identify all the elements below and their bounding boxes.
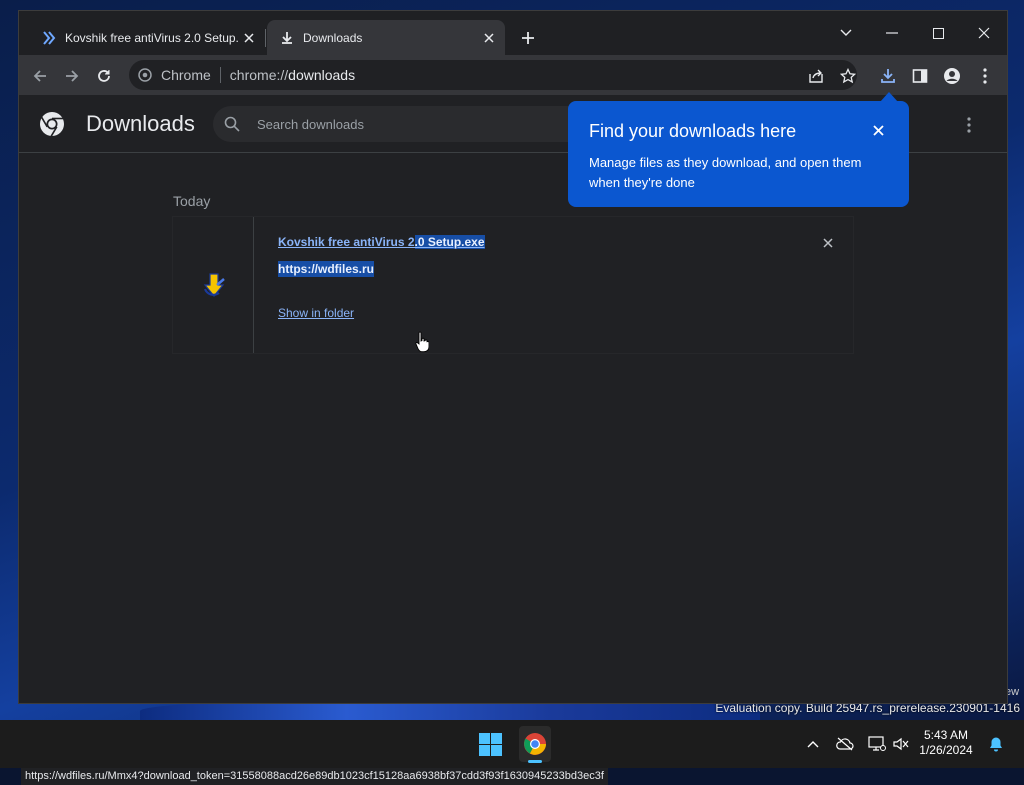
maximize-button[interactable] bbox=[923, 19, 953, 47]
status-bar-url: https://wdfiles.ru/Mmx4?download_token=3… bbox=[21, 767, 608, 785]
clock-date: 1/26/2024 bbox=[919, 743, 973, 757]
share-icon[interactable] bbox=[803, 63, 829, 89]
bubble-title: Find your downloads here bbox=[589, 121, 797, 141]
side-panel-icon[interactable] bbox=[907, 63, 933, 89]
chevron-up-icon[interactable] bbox=[804, 735, 822, 753]
clock-time: 5:43 AM bbox=[923, 728, 969, 742]
chrome-logo-icon bbox=[40, 112, 64, 137]
search-input[interactable] bbox=[255, 115, 559, 133]
double-chevron-icon bbox=[41, 30, 57, 46]
reload-button[interactable] bbox=[91, 63, 117, 89]
tab-title: Downloads bbox=[303, 30, 363, 45]
page-menu-icon[interactable] bbox=[959, 115, 979, 135]
close-icon[interactable] bbox=[479, 28, 499, 48]
windows-start-icon[interactable] bbox=[479, 733, 502, 756]
tab-downloads[interactable]: Downloads bbox=[267, 20, 505, 55]
active-app-indicator bbox=[528, 760, 542, 763]
network-icon[interactable] bbox=[868, 735, 886, 753]
download-item: Kovshik free antiVirus 2.0 Setup.exe htt… bbox=[173, 217, 853, 353]
address-bar[interactable]: Chrome chrome://downloads bbox=[129, 60, 857, 90]
bookmark-star-icon[interactable] bbox=[835, 63, 861, 89]
tab-title: Kovshik free antiVirus 2.0 Setup.exe bbox=[65, 30, 239, 45]
hand-cursor-icon bbox=[415, 331, 429, 353]
chrome-icon bbox=[137, 67, 153, 83]
back-button[interactable] bbox=[27, 63, 53, 89]
download-source-url[interactable]: https://wdfiles.ru bbox=[278, 261, 374, 277]
tab-kovshik[interactable]: Kovshik free antiVirus 2.0 Setup.exe bbox=[29, 20, 265, 55]
tab-strip: Kovshik free antiVirus 2.0 Setup.exe Dow… bbox=[19, 11, 1007, 55]
download-file-link[interactable]: Kovshik free antiVirus 2.0 Setup.exe bbox=[278, 235, 485, 249]
minimize-button[interactable] bbox=[877, 19, 907, 47]
chrome-icon bbox=[524, 733, 546, 755]
forward-button[interactable] bbox=[59, 63, 85, 89]
close-icon[interactable] bbox=[239, 28, 259, 48]
volume-muted-icon[interactable] bbox=[892, 735, 910, 753]
tab-search-button[interactable] bbox=[831, 19, 861, 47]
url-host: downloads bbox=[288, 67, 356, 83]
download-icon-column bbox=[173, 217, 254, 353]
downloads-toolbar-button[interactable] bbox=[875, 63, 901, 89]
site-label: Chrome bbox=[161, 67, 211, 83]
notification-bell-icon[interactable] bbox=[987, 735, 1005, 753]
show-in-folder-link[interactable]: Show in folder bbox=[278, 306, 354, 320]
system-clock[interactable]: 5:43 AM 1/26/2024 bbox=[912, 728, 980, 758]
file-name-part2: .0 Setup.exe bbox=[414, 235, 485, 249]
page-title: Downloads bbox=[86, 111, 195, 136]
kebab-menu-icon[interactable] bbox=[972, 63, 998, 89]
date-group-label: Today bbox=[173, 193, 211, 209]
tab-separator bbox=[265, 29, 266, 47]
bubble-body: Manage files as they download, and open … bbox=[589, 155, 862, 190]
window-close-button[interactable] bbox=[969, 19, 999, 47]
taskbar-chrome-button[interactable] bbox=[519, 726, 551, 762]
file-name-part1: Kovshik free antiVirus 2 bbox=[278, 235, 415, 249]
url-scheme: chrome:// bbox=[229, 67, 289, 83]
cloud-offline-icon[interactable] bbox=[836, 735, 854, 753]
downloads-promo-bubble: Find your downloads here Manage files as… bbox=[568, 92, 909, 207]
bubble-close-button[interactable] bbox=[868, 120, 888, 140]
search-downloads[interactable] bbox=[213, 106, 593, 142]
installer-file-icon bbox=[203, 273, 225, 297]
remove-download-button[interactable] bbox=[818, 233, 838, 253]
url-text: chrome://downloads bbox=[230, 67, 355, 83]
toolbar: Chrome chrome://downloads bbox=[19, 55, 1007, 95]
omnibox-divider bbox=[219, 67, 221, 83]
new-tab-button[interactable] bbox=[517, 27, 539, 49]
search-icon bbox=[223, 115, 241, 133]
profile-avatar-icon[interactable] bbox=[939, 63, 965, 89]
browser-window: Kovshik free antiVirus 2.0 Setup.exe Dow… bbox=[18, 10, 1008, 785]
download-icon bbox=[279, 30, 295, 46]
taskbar: 5:43 AM 1/26/2024 bbox=[0, 720, 1024, 768]
